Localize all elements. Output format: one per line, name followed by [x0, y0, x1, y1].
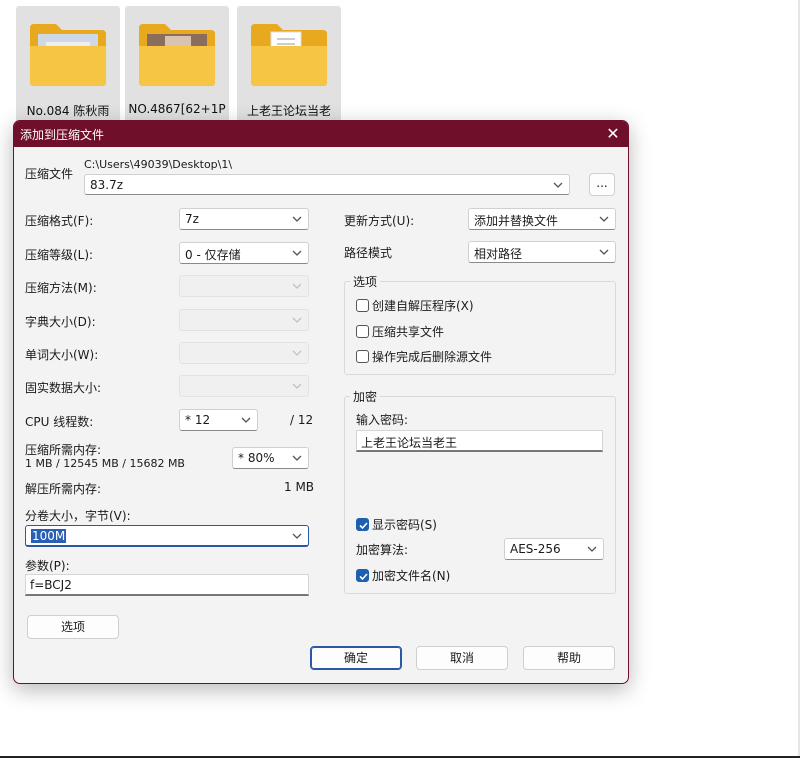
- method-combo: [179, 275, 309, 297]
- archive-label: 压缩文件: [25, 167, 74, 181]
- checkbox-unchecked-icon: [356, 325, 369, 338]
- encrypt-filenames-label: 加密文件名(N): [372, 569, 451, 583]
- delete-source-checkbox-label: 操作完成后删除源文件: [372, 350, 493, 364]
- chevron-down-icon: [241, 417, 251, 423]
- archive-name-value: 83.7z: [90, 178, 124, 192]
- update-label: 更新方式(U):: [344, 214, 415, 228]
- folder-icon: [139, 24, 215, 86]
- encryption-group-title: 加密: [350, 388, 381, 405]
- decompress-label: 解压所需内存:: [25, 482, 102, 496]
- folder-label: No.084 陈秋雨: [26, 104, 110, 118]
- solid-combo: [179, 375, 309, 397]
- options-button[interactable]: 选项: [27, 615, 119, 639]
- options-group-title: 选项: [350, 273, 381, 290]
- chevron-down-icon: [553, 182, 563, 188]
- threads-label: CPU 线程数:: [25, 415, 94, 429]
- chevron-down-icon: [292, 283, 302, 289]
- ok-button[interactable]: 确定: [310, 646, 402, 670]
- chevron-down-icon: [292, 317, 302, 323]
- checkbox-unchecked-icon: [356, 350, 369, 363]
- folder-item[interactable]: No.084 陈秋雨: [16, 6, 120, 124]
- pathmode-value: 相对路径: [474, 247, 523, 261]
- sfx-checkbox[interactable]: 创建自解压程序(X): [356, 297, 474, 313]
- params-input[interactable]: f=BCJ2: [25, 574, 309, 596]
- close-button[interactable]: ✕: [598, 121, 628, 147]
- checkbox-unchecked-icon: [356, 299, 369, 312]
- chevron-down-icon: [292, 350, 302, 356]
- password-label: 输入密码:: [356, 413, 409, 427]
- chevron-down-icon: [292, 533, 302, 539]
- close-icon: ✕: [606, 124, 620, 143]
- update-value: 添加并替换文件: [474, 214, 559, 228]
- threads-max: / 12: [290, 413, 314, 427]
- add-to-archive-dialog: 添加到压缩文件 ✕ 压缩文件 C:\Users\49039\Desktop\1\…: [13, 120, 629, 684]
- format-combo[interactable]: 7z: [179, 208, 309, 230]
- format-value: 7z: [185, 212, 199, 226]
- word-label: 单词大小(W):: [25, 348, 99, 362]
- folder-icon: [251, 24, 327, 86]
- folder-label: 上老王论坛当老: [246, 104, 331, 118]
- params-value: f=BCJ2: [30, 578, 72, 592]
- folder-item[interactable]: 上老王论坛当老: [237, 6, 341, 124]
- threads-value: * 12: [185, 413, 211, 427]
- browse-button[interactable]: ...: [589, 173, 615, 196]
- folder-label: NO.4867[62+1P: [128, 102, 226, 116]
- params-label: 参数(P):: [25, 559, 70, 573]
- pathmode-combo[interactable]: 相对路径: [468, 241, 616, 263]
- word-combo: [179, 342, 309, 364]
- chevron-down-icon: [292, 216, 302, 222]
- chevron-down-icon: [599, 216, 609, 222]
- encryption-method-value: AES-256: [510, 542, 561, 556]
- memory-label: 压缩所需内存:: [25, 443, 102, 457]
- threads-combo[interactable]: * 12: [179, 409, 258, 431]
- volume-value[interactable]: 100M: [31, 529, 67, 543]
- chevron-down-icon: [599, 249, 609, 255]
- pathmode-label: 路径模式: [344, 246, 393, 260]
- chevron-down-icon: [587, 546, 597, 552]
- archive-path: C:\Users\49039\Desktop\1\: [84, 158, 233, 171]
- folder-icon: [30, 24, 106, 86]
- level-combo[interactable]: 0 - 仅存储: [179, 242, 309, 264]
- decompress-value: 1 MB: [284, 480, 315, 494]
- checkbox-checked-icon: [356, 518, 369, 531]
- dialog-title: 添加到压缩文件: [20, 128, 105, 142]
- encryption-method-combo[interactable]: AES-256: [504, 538, 604, 560]
- memory-value: * 80%: [238, 451, 275, 465]
- sfx-checkbox-label: 创建自解压程序(X): [372, 299, 474, 313]
- level-label: 压缩等级(L):: [25, 248, 94, 262]
- chevron-down-icon: [292, 383, 302, 389]
- cancel-button[interactable]: 取消: [416, 646, 508, 670]
- method-label: 压缩方法(M):: [25, 281, 97, 295]
- shared-files-checkbox[interactable]: 压缩共享文件: [356, 323, 444, 339]
- folder-item[interactable]: NO.4867[62+1P: [125, 6, 229, 124]
- show-password-checkbox[interactable]: 显示密码(S): [356, 516, 437, 532]
- chevron-down-icon: [292, 455, 302, 461]
- password-value: 上老王论坛当老王: [361, 436, 458, 450]
- help-button[interactable]: 帮助: [523, 646, 615, 670]
- memory-detail: 1 MB / 12545 MB / 15682 MB: [25, 457, 185, 470]
- dict-combo: [179, 309, 309, 331]
- chevron-down-icon: [292, 250, 302, 256]
- encrypt-filenames-checkbox[interactable]: 加密文件名(N): [356, 567, 450, 583]
- archive-name-combo[interactable]: 83.7z: [84, 174, 570, 195]
- show-password-label: 显示密码(S): [372, 518, 437, 532]
- volume-combo[interactable]: 100M: [25, 525, 309, 547]
- password-input[interactable]: 上老王论坛当老王: [356, 430, 603, 452]
- title-bar: 添加到压缩文件 ✕: [14, 121, 628, 147]
- memory-combo[interactable]: * 80%: [232, 447, 309, 469]
- dict-label: 字典大小(D):: [25, 315, 96, 329]
- solid-label: 固实数据大小:: [25, 381, 102, 395]
- shared-files-checkbox-label: 压缩共享文件: [372, 325, 445, 339]
- checkbox-checked-icon: [356, 569, 369, 582]
- level-value: 0 - 仅存储: [185, 248, 241, 262]
- encryption-method-label: 加密算法:: [356, 543, 409, 557]
- format-label: 压缩格式(F):: [25, 214, 94, 228]
- delete-source-checkbox[interactable]: 操作完成后删除源文件: [356, 348, 492, 364]
- update-combo[interactable]: 添加并替换文件: [468, 208, 616, 230]
- volume-label: 分卷大小，字节(V):: [25, 509, 131, 523]
